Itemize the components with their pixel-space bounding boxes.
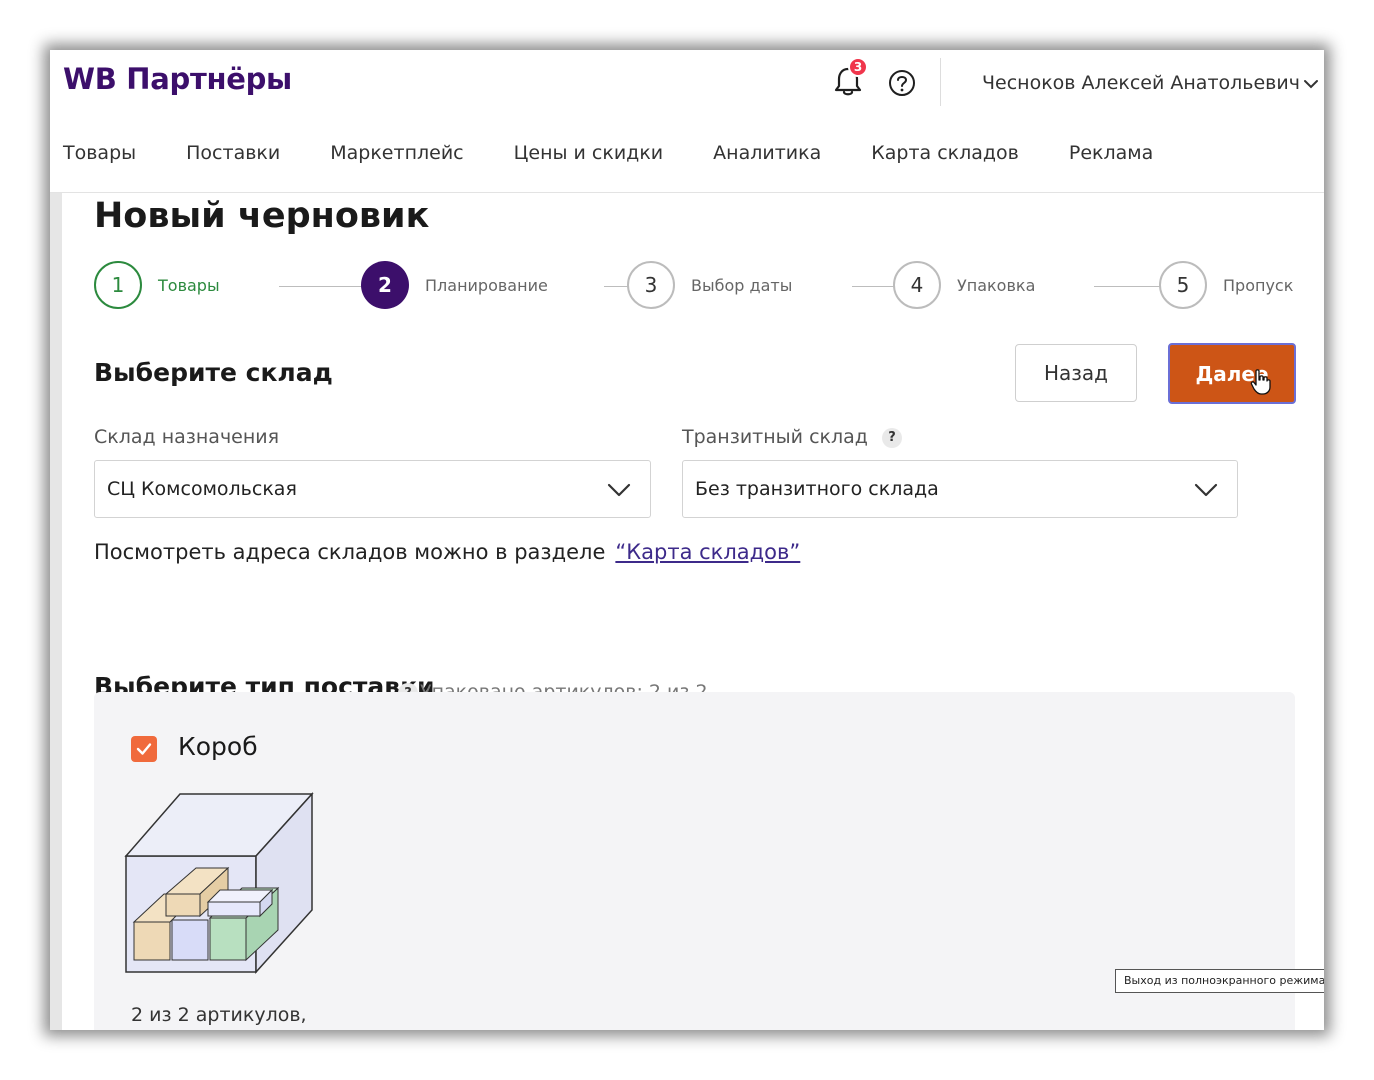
step-label: Упаковка (957, 275, 1036, 295)
step-label: Пропуск (1223, 275, 1294, 295)
help-icon[interactable] (888, 69, 916, 97)
box-articles-count: 2 из 2 артикулов, (131, 1004, 307, 1026)
next-button[interactable]: Далее (1168, 343, 1296, 404)
nav-item-warehouse-map[interactable]: Карта складов (871, 142, 1019, 164)
step-label: Выбор даты (691, 275, 793, 295)
step-number: 3 (627, 261, 675, 309)
user-menu[interactable]: Чесноков Алексей Анатольевич (982, 72, 1300, 94)
warehouse-info-text: Посмотреть адреса складов можно в раздел… (94, 540, 606, 564)
side-strip (50, 50, 62, 1030)
nav-item-products[interactable]: Товары (63, 142, 136, 164)
header: WB Партнёры 3 Чесноков Алексей Анатольев… (50, 50, 1324, 193)
transit-label: Транзитный склад (682, 426, 868, 448)
transit-label-group: Транзитный склад ? (682, 426, 902, 448)
chevron-down-icon (607, 483, 631, 497)
logo[interactable]: WB Партнёры (63, 62, 292, 96)
warehouse-info: Посмотреть адреса складов можно в раздел… (94, 540, 800, 564)
step-products[interactable]: 1 Товары (94, 261, 220, 309)
notification-badge: 3 (848, 57, 868, 77)
transit-value: Без транзитного склада (695, 478, 939, 500)
check-icon (136, 743, 152, 755)
destination-select[interactable]: СЦ Комсомольская (94, 460, 651, 518)
transit-select[interactable]: Без транзитного склада (682, 460, 1238, 518)
destination-value: СЦ Комсомольская (107, 478, 297, 500)
step-number: 2 (361, 261, 409, 309)
back-button[interactable]: Назад (1015, 344, 1137, 402)
warehouse-section-title: Выберите склад (94, 358, 333, 387)
page-title: Новый черновик (94, 196, 430, 236)
stepper: 1 Товары 2 Планирование 3 Выбор даты 4 У… (94, 261, 1314, 313)
step-packing[interactable]: 4 Упаковка (893, 261, 1035, 309)
chevron-down-icon[interactable] (1302, 75, 1320, 93)
header-divider (940, 58, 941, 106)
nav-item-ads[interactable]: Реклама (1069, 142, 1153, 164)
step-number: 1 (94, 261, 142, 309)
step-planning[interactable]: 2 Планирование (361, 261, 548, 309)
step-label: Товары (158, 275, 220, 295)
app-window: WB Партнёры 3 Чесноков Алексей Анатольев… (50, 50, 1324, 1030)
fullscreen-tooltip: Выход из полноэкранного режима (f) (1115, 969, 1324, 993)
transit-help-icon[interactable]: ? (881, 427, 902, 448)
step-date[interactable]: 3 Выбор даты (627, 261, 792, 309)
box-option-label: Короб (178, 732, 258, 761)
step-pass[interactable]: 5 Пропуск (1159, 261, 1293, 309)
step-label: Планирование (425, 275, 548, 295)
warehouse-map-link[interactable]: “Карта складов” (615, 540, 800, 564)
main-nav: Товары Поставки Маркетплейс Цены и скидк… (63, 142, 1203, 164)
step-number: 4 (893, 261, 941, 309)
box-checkbox[interactable] (131, 736, 157, 762)
nav-item-analytics[interactable]: Аналитика (713, 142, 821, 164)
chevron-down-icon (1194, 483, 1218, 497)
nav-item-prices[interactable]: Цены и скидки (514, 142, 664, 164)
step-number: 5 (1159, 261, 1207, 309)
hand-cursor-icon (1250, 369, 1271, 395)
destination-label: Склад назначения (94, 426, 280, 448)
nav-item-supplies[interactable]: Поставки (186, 142, 280, 164)
nav-item-marketplace[interactable]: Маркетплейс (330, 142, 463, 164)
box-illustration-icon (124, 792, 314, 974)
